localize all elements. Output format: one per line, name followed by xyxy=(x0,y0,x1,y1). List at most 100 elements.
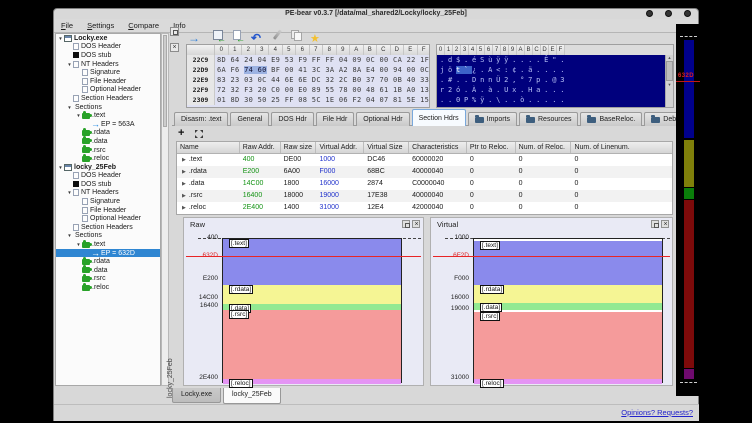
ascii-body[interactable]: .d$.éSùÿÿ....Ê".jöt`¿.A<:¢.ä.....#..DnnÜ… xyxy=(437,55,665,107)
num-of-reloc-cell[interactable]: 0 xyxy=(516,178,572,190)
characteristics-cell[interactable]: C0000040 xyxy=(409,178,467,190)
document-tab[interactable]: locky_25Feb xyxy=(223,388,281,404)
virtual-size-cell[interactable]: 12E4 xyxy=(364,202,409,214)
expander-icon[interactable] xyxy=(66,104,73,111)
tab[interactable]: DOS Hdr xyxy=(271,112,313,126)
hex-row[interactable]: 2309 01 8D 30 50 25 FF 08 5C 1E 06 F2 04… xyxy=(187,95,429,105)
tree-item[interactable]: .rsrc xyxy=(56,146,160,155)
add-section-button[interactable]: + xyxy=(178,127,184,140)
hex-row[interactable]: 22F9 72 32 F3 20 C0 00 E0 89 55 78 00 48… xyxy=(187,85,429,95)
save-file-icon[interactable] xyxy=(231,29,243,41)
expander-icon[interactable] xyxy=(57,164,64,171)
num-of-linenum-cell[interactable]: 0 xyxy=(571,166,672,178)
characteristics-cell[interactable]: 60000020 xyxy=(409,154,467,166)
virtual-map-plot[interactable]: [.text] [.rdata] [.data] [.rsrc] [.reloc… xyxy=(473,238,663,383)
tree-item[interactable]: .reloc xyxy=(56,154,160,163)
tree-scrollbar[interactable] xyxy=(161,33,169,386)
ascii-row[interactable]: r2ó.À.à.Ux.Ha... xyxy=(440,85,665,95)
scroll-down-icon[interactable]: ▼ xyxy=(666,82,673,87)
menu-item[interactable]: Settings xyxy=(80,19,121,32)
hex-bytes[interactable]: 6A F6 74 60 BF 00 41 3C 3A A2 8A E4 00 9… xyxy=(215,65,429,75)
tab[interactable]: Section Hdrs xyxy=(412,109,466,126)
tree-item[interactable]: NT Headers xyxy=(56,189,160,198)
tree-item[interactable]: DOS Header xyxy=(56,172,160,181)
section-block[interactable]: [.rdata] xyxy=(474,285,662,303)
num-of-linenum-cell[interactable]: 0 xyxy=(571,190,672,202)
table-row[interactable]: ▶.data 14C00 1800 16000 2874 C0000040 0 … xyxy=(177,178,672,190)
scroll-up-icon[interactable]: ▲ xyxy=(666,55,673,60)
undo-icon[interactable] xyxy=(251,29,263,41)
scrollbar-thumb[interactable] xyxy=(163,35,167,127)
tree-item[interactable]: .text xyxy=(56,240,160,249)
ptr-to-reloc-cell[interactable]: 0 xyxy=(467,190,516,202)
tree-item[interactable]: .rdata xyxy=(56,129,160,138)
fit-columns-icon[interactable] xyxy=(194,129,204,139)
favorites-icon[interactable] xyxy=(310,29,322,41)
raw-size-cell[interactable]: DE00 xyxy=(281,154,317,166)
num-of-reloc-cell[interactable]: 0 xyxy=(516,190,572,202)
num-of-linenum-cell[interactable]: 0 xyxy=(571,178,672,190)
tab[interactable]: Disasm: .text xyxy=(174,112,228,126)
file-map[interactable]: 632D xyxy=(676,24,700,396)
column-header[interactable]: Virtual Size xyxy=(364,142,409,153)
hex-bytes[interactable]: 8D 64 24 04 E9 53 F9 FF FF 04 09 0C 00 C… xyxy=(215,55,429,65)
section-block[interactable]: [.rsrc] xyxy=(223,310,401,379)
virtual-size-cell[interactable]: 17E38 xyxy=(364,190,409,202)
tree-item[interactable]: .text xyxy=(56,111,160,120)
tree-item[interactable]: .rdata xyxy=(56,257,160,266)
tab[interactable]: General xyxy=(230,112,269,126)
section-name-cell[interactable]: ▶.data xyxy=(177,178,240,190)
edit-icon[interactable] xyxy=(271,29,283,41)
forward-arrow-icon[interactable] xyxy=(188,29,200,41)
raw-addr-cell[interactable]: 16400 xyxy=(240,190,281,202)
virtual-size-cell[interactable]: DC46 xyxy=(364,154,409,166)
hex-view[interactable]: 0123456789ABCDEF 22C9 8D 64 24 04 E9 53 … xyxy=(186,44,430,108)
ascii-row[interactable]: .d$.éSùÿÿ....Ê". xyxy=(440,55,665,65)
virtual-addr-cell[interactable]: F000 xyxy=(316,166,364,178)
raw-size-cell[interactable]: 18000 xyxy=(281,190,317,202)
ptr-to-reloc-cell[interactable]: 0 xyxy=(467,178,516,190)
num-of-reloc-cell[interactable]: 0 xyxy=(516,154,572,166)
section-block[interactable]: [.reloc] xyxy=(223,379,401,384)
column-header[interactable]: Num. of Linenum. xyxy=(571,142,672,153)
virtual-addr-cell[interactable]: 31000 xyxy=(316,202,364,214)
tree-item[interactable]: .data xyxy=(56,137,160,146)
tree-item[interactable]: Sections xyxy=(56,232,160,241)
tree-item[interactable]: .data xyxy=(56,266,160,275)
num-of-reloc-cell[interactable]: 0 xyxy=(516,166,572,178)
menu-item[interactable]: File xyxy=(54,19,80,32)
tree-item[interactable]: locky_25Feb xyxy=(56,163,160,172)
table-row[interactable]: ▶.rdata E200 6A00 F000 68BC 40000040 0 0… xyxy=(177,166,672,178)
tree-item[interactable]: Optional Header xyxy=(56,86,160,95)
virtual-addr-cell[interactable]: 1000 xyxy=(316,154,364,166)
raw-addr-cell[interactable]: 2E400 xyxy=(240,202,281,214)
tab[interactable]: BaseReloc. xyxy=(580,112,642,126)
panel-float-button[interactable] xyxy=(402,220,410,228)
tab[interactable]: Resources xyxy=(519,112,578,126)
column-header[interactable]: Name xyxy=(177,142,240,153)
column-header[interactable]: Ptr to Reloc. xyxy=(467,142,516,153)
table-row[interactable]: ▶.text 400 DE00 1000 DC46 60000020 0 0 0 xyxy=(177,154,672,166)
ptr-to-reloc-cell[interactable]: 0 xyxy=(467,202,516,214)
table-row[interactable]: ▶.reloc 2E400 1400 31000 12E4 42000040 0… xyxy=(177,202,672,214)
hex-row[interactable]: 22D9 6A F6 74 60 BF 00 41 3C 3A A2 8A E4… xyxy=(187,65,429,75)
scrollbar-thumb[interactable] xyxy=(666,61,673,81)
section-block[interactable]: [.reloc] xyxy=(474,379,662,384)
section-block[interactable]: [.data] xyxy=(474,303,662,310)
column-header[interactable]: Virtual Addr. xyxy=(316,142,364,153)
tree-item[interactable]: DOS stub xyxy=(56,51,160,60)
tree-item[interactable]: DOS stub xyxy=(56,180,160,189)
ascii-row[interactable]: jöt`¿.A<:¢.ä.... xyxy=(440,65,665,75)
raw-size-cell[interactable]: 6A00 xyxy=(281,166,317,178)
hex-bytes[interactable]: 83 23 03 0C 44 6E 6E DC 32 2C B0 37 70 0… xyxy=(215,75,429,85)
virtual-addr-cell[interactable]: 19000 xyxy=(316,190,364,202)
characteristics-cell[interactable]: 40000040 xyxy=(409,190,467,202)
tree-item[interactable]: File Header xyxy=(56,77,160,86)
menu-item[interactable]: Compare xyxy=(121,19,166,32)
ascii-view[interactable]: 0123456789ABCDEF .d$.éSùÿÿ....Ê".jöt`¿.A… xyxy=(436,44,674,108)
hex-row[interactable]: 22E9 83 23 03 0C 44 6E 6E DC 32 2C B0 37… xyxy=(187,75,429,85)
expander-icon[interactable] xyxy=(66,61,73,68)
hex-bytes[interactable]: 72 32 F3 20 C0 00 E0 89 55 78 00 48 61 1… xyxy=(215,85,429,95)
expander-icon[interactable] xyxy=(66,189,73,196)
tree-item[interactable]: EP = 563A xyxy=(56,120,160,129)
